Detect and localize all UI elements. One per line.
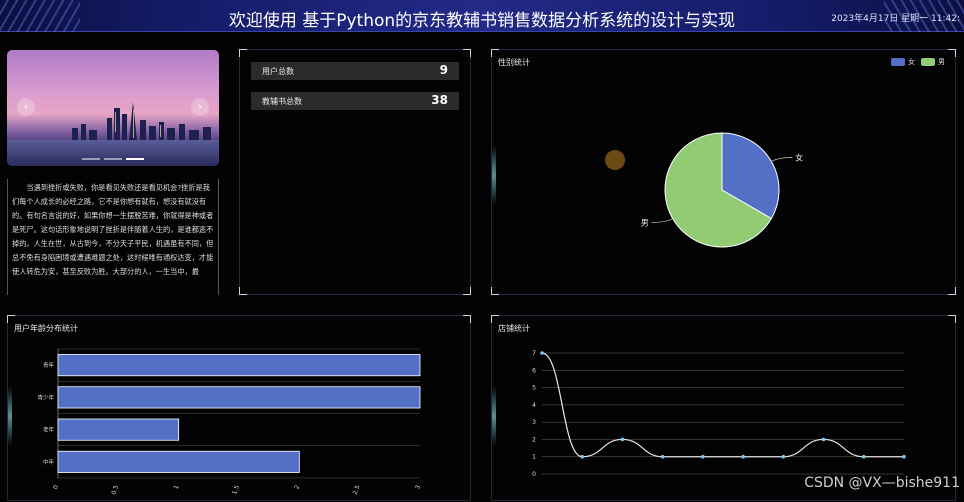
y-tick-label: 青年	[43, 361, 55, 369]
y-tick-label: 5	[532, 385, 536, 392]
stat-value: 38	[431, 93, 448, 107]
data-point	[782, 455, 786, 459]
stats-panel: 用户总数 9 教辅书总数 38	[239, 49, 471, 295]
x-tick-label: 1	[173, 484, 181, 490]
essay-paragraph: 当遇到挫折或失败，你是看见失败还是看见机会?挫折是我们每个人成长的必经之路，它不…	[8, 179, 218, 279]
data-point	[540, 351, 544, 355]
carousel-indicators[interactable]	[82, 158, 144, 160]
watermark: CSDN @VX—bishe911	[804, 475, 960, 491]
stat-value: 9	[440, 63, 448, 77]
y-tick-label: 老年	[43, 426, 55, 434]
x-tick-label: 0.5	[110, 484, 120, 496]
bar	[58, 354, 420, 375]
datetime-clock: 2023年4月17日 星期一 11:42:	[831, 11, 960, 24]
cursor-highlight	[605, 150, 625, 170]
data-point	[701, 455, 705, 459]
y-tick-label: 2	[532, 436, 536, 443]
stat-label: 教辅书总数	[262, 96, 302, 107]
age-bar-chart[interactable]: 中年 老年 青少年 青年 0 0.5 1 1.5 2 2.5 3	[8, 316, 470, 502]
y-tick-label: 4	[532, 402, 536, 409]
stat-user-total: 用户总数 9	[251, 62, 459, 80]
gender-chart-panel: 性别统计 女 男 女男	[491, 49, 956, 295]
carousel-dot[interactable]	[104, 158, 122, 160]
carousel-dot-active[interactable]	[126, 158, 144, 160]
top-header: 欢迎使用 基于Python的京东教辅书销售数据分析系统的设计与实现 2023年4…	[0, 0, 964, 32]
x-tick-label: 1.5	[231, 484, 241, 496]
page-title: 欢迎使用 基于Python的京东教辅书销售数据分析系统的设计与实现	[0, 6, 964, 31]
carousel-dot[interactable]	[82, 158, 100, 160]
y-tick-label: 中年	[43, 458, 55, 466]
data-point	[902, 455, 906, 459]
stat-label: 用户总数	[262, 66, 294, 77]
data-point	[741, 455, 745, 459]
pie-label: 男	[641, 219, 649, 228]
x-tick-label: 2.5	[352, 484, 362, 496]
essay-text-box[interactable]: 当遇到挫折或失败，你是看见失败还是看见机会?挫折是我们每个人成长的必经之路，它不…	[7, 179, 219, 295]
data-point	[621, 438, 625, 442]
pie-label-line	[652, 219, 673, 223]
bar	[58, 419, 179, 440]
gender-pie-chart[interactable]: 女男	[492, 50, 955, 294]
image-carousel[interactable]: ‹ ›	[7, 50, 219, 166]
data-point	[822, 438, 826, 442]
y-tick-label: 7	[532, 350, 536, 357]
stat-book-total: 教辅书总数 38	[251, 92, 459, 110]
y-tick-label: 6	[532, 367, 536, 374]
bar	[58, 451, 299, 472]
bar	[58, 387, 420, 408]
pie-label: 女	[795, 153, 803, 163]
shop-chart-panel: 店铺统计 01234567	[491, 315, 956, 501]
carousel-prev-icon[interactable]: ‹	[17, 98, 35, 116]
data-point	[580, 455, 584, 459]
data-point	[661, 455, 665, 459]
y-tick-label: 3	[532, 419, 536, 426]
y-tick-label: 青少年	[37, 393, 54, 401]
pie-label-line	[771, 158, 792, 162]
water-reflection	[7, 140, 219, 166]
x-tick-label: 3	[414, 484, 422, 490]
y-tick-label: 1	[532, 454, 536, 461]
x-tick-label: 0	[52, 484, 60, 490]
carousel-next-icon[interactable]: ›	[191, 98, 209, 116]
age-chart-panel: 用户年龄分布统计 中年老年青少年青年00.511.522.53	[7, 315, 471, 501]
x-tick-label: 2	[293, 484, 301, 490]
y-tick-label: 0	[532, 471, 536, 478]
data-point	[862, 455, 866, 459]
